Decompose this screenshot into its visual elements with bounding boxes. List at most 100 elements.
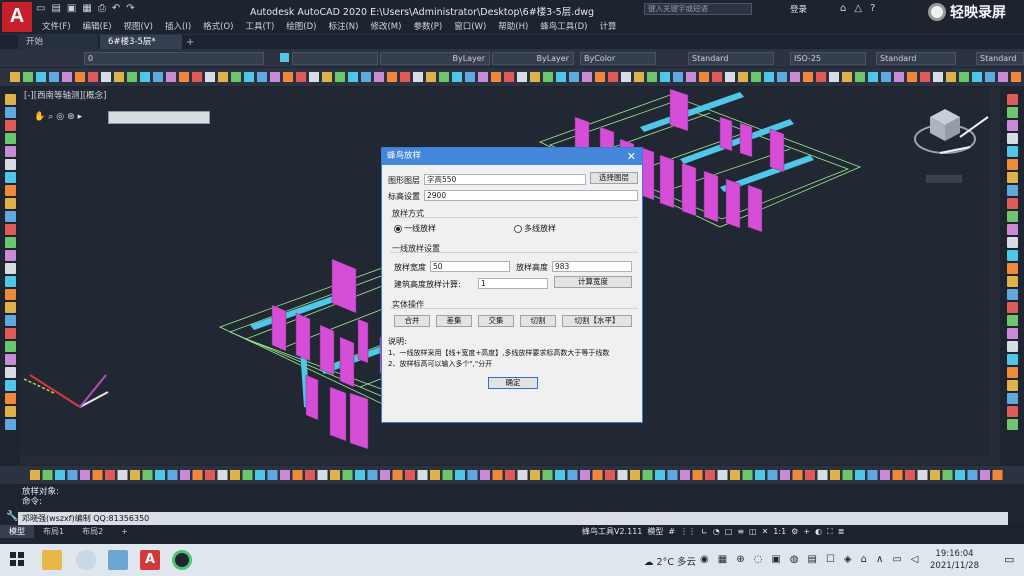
cart-icon[interactable]: ⌂ [840,3,846,14]
tray-icon[interactable]: ◉ [700,554,709,565]
tool-palette-icon[interactable] [1007,159,1018,170]
menu-item[interactable]: 格式(O) [197,20,239,33]
toolbar-icon[interactable] [868,72,878,82]
toolbar-icon[interactable] [667,470,678,480]
tool-palette-icon[interactable] [1007,120,1018,131]
tool-palette-icon[interactable] [5,328,16,339]
toolbar-icon[interactable] [465,72,475,82]
toolbar-icon[interactable] [751,72,761,82]
tool-palette-icon[interactable] [5,146,16,157]
toolbar-icon[interactable] [946,72,956,82]
tool-palette-icon[interactable] [1007,263,1018,274]
menu-item[interactable]: 插入(I) [159,20,197,33]
toolbar-icon[interactable] [780,470,790,480]
toolbar-icon[interactable] [617,470,628,480]
toolbar-icon[interactable] [647,72,657,82]
toolbar-icon[interactable] [491,72,501,82]
toolbar-icon[interactable] [998,72,1008,82]
toolbar-icon[interactable] [342,470,353,480]
elevation-input[interactable]: 2900 [424,190,638,201]
viewport-label[interactable]: [-][西南等轴测][概念] [24,89,106,101]
tray-icon[interactable]: ▣ [771,554,780,565]
toolbar-icon[interactable] [660,72,670,82]
calc-width-button[interactable]: 计算宽度 [554,276,632,288]
toolbar-icon[interactable] [712,72,722,82]
toolbar-icon[interactable] [517,470,528,480]
toolbar-icon[interactable] [894,72,904,82]
toolbar-icon[interactable] [355,470,365,480]
toolbar-icon[interactable] [392,470,403,480]
toolbar-icon[interactable] [905,470,915,480]
tool-palette-icon[interactable] [5,289,16,300]
toolbar-icon[interactable] [1011,72,1021,82]
menu-item[interactable]: 视图(V) [118,20,159,33]
toolbar-icon[interactable] [280,470,290,480]
tray-icon[interactable]: ▦ [718,554,727,565]
toolbar-icon[interactable] [980,470,990,480]
toolbar-icon[interactable] [167,470,178,480]
lineweight-combo[interactable]: ByColor [580,52,656,65]
toolbar-icon[interactable] [467,470,478,480]
toolbar-icon[interactable] [634,72,644,82]
tray-icon[interactable]: ☐ [826,554,835,565]
tray-icon[interactable]: ⌂ [861,554,867,565]
osnap-icon[interactable]: □ [725,525,733,538]
toolbar-icon[interactable] [155,470,165,480]
menu-item[interactable]: 计算 [593,20,622,33]
toolbar-icon[interactable] [417,470,428,480]
recorder-taskbar-icon[interactable] [172,550,192,570]
tool-palette-icon[interactable] [5,133,16,144]
toolbar-icon[interactable] [855,72,865,82]
volume-icon[interactable]: ◁ [911,554,919,565]
toolbar-icon[interactable] [348,72,358,82]
polar-icon[interactable]: ◔ [713,525,720,538]
toolbar-icon[interactable] [842,470,853,480]
model-space-button[interactable]: 模型 [647,525,663,538]
tool-palette-icon[interactable] [1007,289,1018,300]
tab-start[interactable]: 开始 [18,35,98,50]
toolbar-icon[interactable] [505,470,515,480]
toolbar-icon[interactable] [231,72,241,82]
toolbar-icon[interactable] [621,72,631,82]
cut-button[interactable]: 切割 [520,315,556,327]
toolbar-icon[interactable] [218,72,228,82]
toolbar-icon[interactable] [153,72,163,82]
toolbar-icon[interactable] [367,470,378,480]
toolbar-icon[interactable] [930,470,940,480]
tool-palette-icon[interactable] [1007,133,1018,144]
toolbar-icon[interactable] [305,470,315,480]
grid-icon[interactable]: # [668,525,675,538]
toolbar-icon[interactable] [692,470,703,480]
toolbar-icon[interactable] [101,72,111,82]
redo-icon[interactable]: ↷ [126,3,134,17]
toolbar-icon[interactable] [317,470,328,480]
tool-palette-icon[interactable] [5,380,16,391]
tool-palette-icon[interactable] [5,250,16,261]
intersect-button[interactable]: 交集 [478,315,514,327]
toolbar-icon[interactable] [267,470,278,480]
toolbar-icon[interactable] [114,72,124,82]
toolbar-icon[interactable] [530,72,540,82]
command-input[interactable]: 邓晓强(wszxf)编制 QQ:81356350 [18,512,1008,525]
network-icon[interactable]: ▭ [892,554,901,565]
toolbar-icon[interactable] [504,72,514,82]
tray-icon[interactable]: ▤ [808,554,817,565]
toolbar-icon[interactable] [117,470,128,480]
toolbar-icon[interactable] [92,470,103,480]
toolbar-icon[interactable] [655,470,665,480]
toolbar-icon[interactable] [555,470,565,480]
toolbar-icon[interactable] [455,470,465,480]
toolbar-icon[interactable] [803,72,813,82]
view-cube[interactable] [914,109,989,183]
toolbar-icon[interactable] [492,470,503,480]
tool-palette-icon[interactable] [5,185,16,196]
toolbar-icon[interactable] [881,72,891,82]
zoom-icon[interactable]: ⌕ [48,112,53,124]
color-combo[interactable] [292,52,378,65]
isolate-icon[interactable]: ◐ [815,525,822,538]
tool-palette-icon[interactable] [1007,94,1018,105]
wcs-menu-icon[interactable] [926,175,962,183]
toolbar-icon[interactable] [361,72,371,82]
fullscreen-icon[interactable]: ⛶ [827,525,833,538]
save-as-icon[interactable]: ▦ [82,3,91,17]
